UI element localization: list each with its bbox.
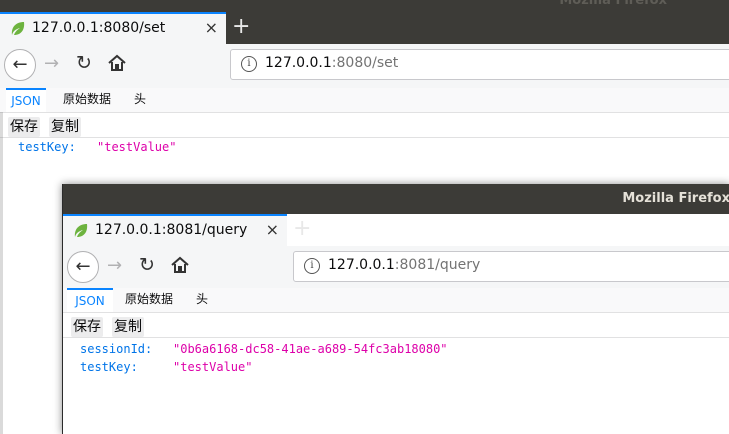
forward-arrow-icon[interactable]: → (107, 255, 122, 276)
home-icon[interactable] (169, 254, 191, 276)
tab-title: 127.0.0.1:8081/query (95, 222, 248, 238)
browser-window-query: Mozilla Firefox 127.0.0.1:8081/query × +… (62, 184, 729, 434)
json-value: "testValue" (173, 360, 253, 374)
tab-json[interactable]: JSON (67, 288, 113, 312)
json-viewer-tabs: JSON 原始数据 头 (0, 88, 729, 113)
tab-set[interactable]: 127.0.0.1:8080/set × (0, 12, 226, 44)
tab-raw-data[interactable]: 原始数据 (125, 288, 173, 312)
tab-headers[interactable]: 头 (196, 288, 208, 312)
nav-bar: ← → ↻ i 127.0.0.1:8080/set (0, 44, 729, 89)
json-key: testKey: (18, 140, 76, 154)
tab-headers[interactable]: 头 (134, 88, 146, 112)
forward-arrow-icon[interactable]: → (44, 53, 59, 74)
save-button[interactable]: 保存 (71, 317, 103, 337)
close-tab-icon[interactable]: × (205, 18, 218, 37)
new-tab-button[interactable]: + (232, 14, 250, 39)
json-row[interactable]: sessionId: "0b6a6168-dc58-41ae-a689-54fc… (80, 342, 448, 360)
tab-title: 127.0.0.1:8080/set (32, 20, 166, 36)
tab-raw-data[interactable]: 原始数据 (63, 88, 111, 112)
copy-button[interactable]: 复制 (49, 117, 81, 137)
title-bar: Mozilla Firefox (63, 184, 729, 214)
json-value: "0b6a6168-dc58-41ae-a689-54fc3ab18080" (173, 342, 448, 356)
json-key: sessionId: (80, 342, 153, 356)
url-bar[interactable]: i 127.0.0.1:8081/query (293, 251, 729, 282)
url-text[interactable]: 127.0.0.1:8081/query (328, 257, 480, 273)
new-tab-button[interactable]: + (293, 216, 311, 241)
tab-json[interactable]: JSON (6, 88, 46, 112)
info-icon[interactable]: i (241, 56, 257, 72)
close-tab-icon[interactable]: × (266, 220, 279, 239)
spring-leaf-icon (11, 22, 25, 35)
json-toolbar: 保存 复制 (0, 113, 729, 138)
json-value: "testValue" (97, 140, 177, 154)
reload-icon[interactable]: ↻ (76, 52, 92, 74)
copy-button[interactable]: 复制 (112, 317, 144, 337)
spring-leaf-icon (74, 224, 88, 237)
window-title: Mozilla Firefox (622, 191, 729, 206)
window-edge (0, 112, 3, 434)
tab-query[interactable]: 127.0.0.1:8081/query × (63, 214, 287, 246)
info-icon[interactable]: i (304, 258, 320, 274)
back-arrow-icon[interactable]: ← (67, 251, 99, 283)
save-button[interactable]: 保存 (8, 117, 40, 137)
back-arrow-icon[interactable]: ← (4, 49, 36, 81)
home-icon[interactable] (106, 52, 128, 74)
json-viewer-tabs: JSON 原始数据 头 (63, 288, 729, 313)
nav-bar: ← → ↻ i 127.0.0.1:8081/query (63, 246, 729, 289)
json-key: testKey: (80, 360, 138, 374)
json-row[interactable]: testKey: "testValue" (80, 360, 252, 378)
json-toolbar: 保存 复制 (63, 313, 729, 338)
url-text[interactable]: 127.0.0.1:8080/set (265, 55, 398, 71)
url-bar[interactable]: i 127.0.0.1:8080/set (230, 49, 729, 80)
window-title: Mozilla Firefox (559, 0, 667, 8)
reload-icon[interactable]: ↻ (139, 254, 155, 276)
json-row[interactable]: testKey: "testValue" (18, 140, 176, 158)
